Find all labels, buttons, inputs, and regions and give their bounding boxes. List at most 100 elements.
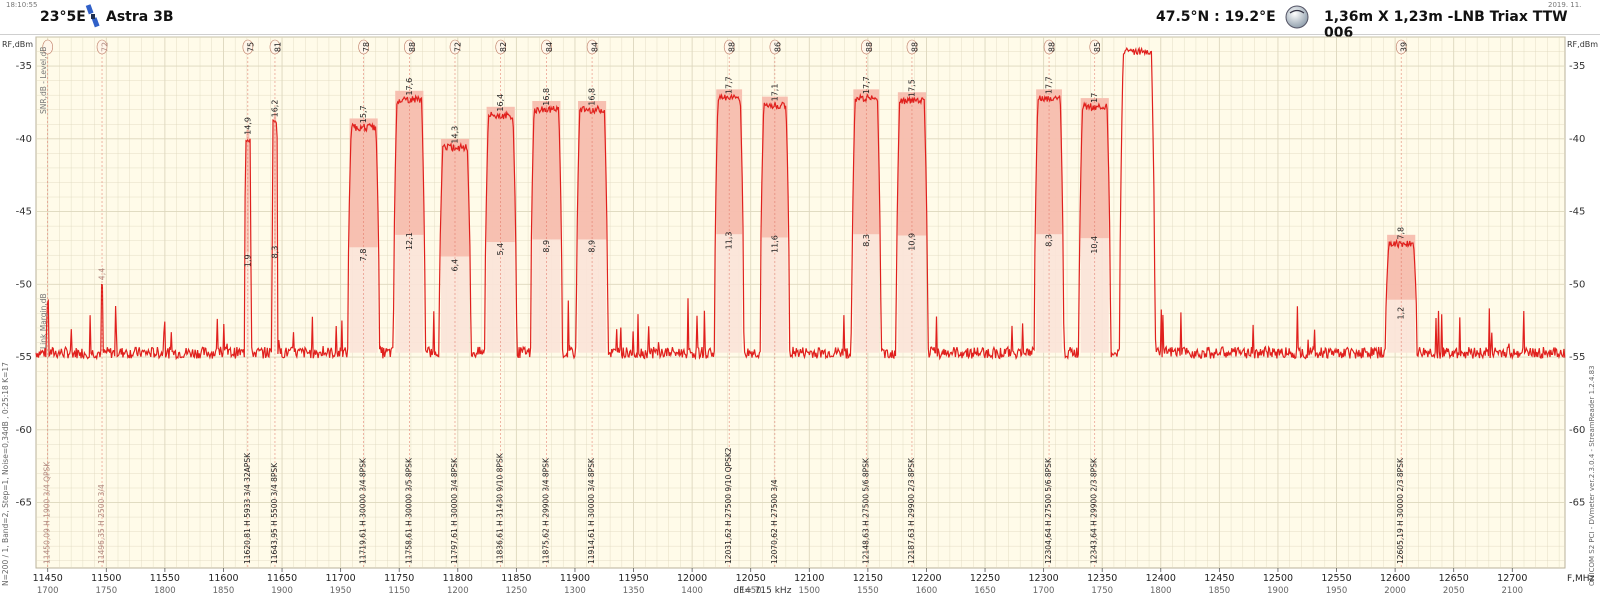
transponder-label: 11797,61 H 30000 3/4 8PSK (450, 457, 459, 564)
x-tick-label: 11750 (384, 573, 414, 584)
x-tick-label: 12350 (1087, 573, 1117, 584)
x-tick-label: 12050 (736, 573, 766, 584)
x-tick-label-if: 1350 (623, 586, 645, 596)
x-tick-label: 11950 (618, 573, 648, 584)
satellite-position: 23°5E (40, 9, 86, 25)
left-top-label: SNR,dB - Level,dB (39, 47, 48, 114)
snr-value: 15,7 (359, 105, 368, 123)
mer-value: 88 (728, 42, 737, 52)
snr-value: 14,9 (243, 117, 252, 135)
mer-value: 85 (1093, 42, 1102, 52)
y-tick-label-left: -50 (16, 279, 32, 290)
snr-value: 17,5 (907, 79, 916, 97)
x-tick-label-if: 1150 (388, 586, 410, 596)
snr-value: 7,8 (1397, 227, 1406, 240)
x-tick-label: 12600 (1380, 573, 1410, 584)
x-tick-label-if: 2000 (1384, 586, 1406, 596)
transponder-label: 11620,81 H 5933 3/4 32APSK (243, 452, 252, 564)
mer-value: 84 (591, 42, 600, 52)
mer-value: 72 (453, 42, 462, 52)
x-tick-label-if: 1500 (798, 586, 820, 596)
x-tick-label-if: 1950 (1326, 586, 1348, 596)
snr-value: 17,7 (725, 76, 734, 94)
y-tick-label-right: -65 (1569, 498, 1585, 509)
x-tick-label: 11600 (208, 573, 238, 584)
snr-value: 16,8 (588, 88, 597, 106)
transponder-label: 11836,61 H 31430 9/10 8PSK (496, 452, 505, 564)
x-tick-label-if: 1550 (857, 586, 879, 596)
transponder-label: 11496,35 H 2500 3/4 (97, 484, 106, 564)
margin-value: 8,9 (542, 240, 551, 253)
mer-value: 84 (545, 42, 554, 52)
x-tick-label-if: 2100 (1501, 586, 1523, 596)
margin-value: 8,3 (862, 234, 871, 247)
df-label: dF= 715 kHz (733, 586, 791, 596)
mer-value: 81 (273, 42, 282, 52)
x-tick-label: 12650 (1439, 573, 1469, 584)
transponder-label: 12070,62 H 27500 3/4 (770, 479, 779, 564)
x-tick-label-if: 1850 (213, 586, 235, 596)
snr-value: 16,8 (542, 88, 551, 106)
transponder-label: 12148,63 H 27500 5/6 8PSK (861, 457, 870, 564)
transponder-label: 12343,64 H 29900 2/3 8PSK (1090, 457, 1099, 564)
transponder-label: 12031,62 H 27500 9/10 QPSK2 (724, 447, 733, 564)
margin-value: 6,4 (450, 259, 459, 272)
transponder-label: 11914,61 H 30000 3/4 8PSK (587, 457, 596, 564)
x-tick-label: 11900 (560, 573, 590, 584)
x-tick-label-if: 1200 (447, 586, 469, 596)
left-bottom-label: N=200 / 1, Band=2, Step=1, Noise=0,34dB … (1, 362, 10, 586)
x-tick-label: 12250 (970, 573, 1000, 584)
y-tick-label-left: -55 (16, 352, 32, 363)
transponder-label: 11450,09 H 1900 3/4 QPSK (43, 461, 52, 564)
x-tick-label: 11550 (150, 573, 180, 584)
margin-value: 10,4 (1090, 236, 1099, 254)
margin-value: 12,1 (405, 232, 414, 250)
x-tick-label: 11800 (443, 573, 473, 584)
snr-value: 14,3 (450, 126, 459, 144)
y-axis-title-left: RF,dBm (2, 40, 33, 49)
x-tick-label-if: 1950 (330, 586, 352, 596)
margin-value: 5,4 (496, 243, 505, 256)
x-tick-label-if: 1900 (271, 586, 293, 596)
margin-value: 10,9 (907, 233, 916, 251)
x-tick-label: 12400 (1146, 573, 1176, 584)
x-tick-label: 11650 (267, 573, 297, 584)
mer-value: 88 (1048, 42, 1057, 52)
x-tick-label-if: 1250 (506, 586, 528, 596)
x-tick-label: 12150 (853, 573, 883, 584)
snr-value: 17,7 (1045, 76, 1054, 94)
x-tick-label-if: 1700 (37, 586, 59, 596)
x-tick-label-if: 1750 (1091, 586, 1113, 596)
y-tick-label-right: -50 (1569, 279, 1585, 290)
x-tick-label: 12550 (1321, 573, 1351, 584)
margin-value: 11,3 (725, 231, 734, 249)
transponder-label: 12304,64 H 27500 5/6 8PSK (1044, 457, 1053, 564)
x-tick-label: 12500 (1263, 573, 1293, 584)
mer-value: 75 (246, 42, 255, 52)
x-tick-label: 12450 (1204, 573, 1234, 584)
margin-value: 8,9 (588, 240, 597, 253)
y-tick-label-left: -65 (16, 498, 32, 509)
margin-value: 1,2 (1397, 307, 1406, 320)
y-tick-label-right: -60 (1569, 425, 1585, 436)
snr-value: 17,1 (770, 84, 779, 102)
x-tick-label-if: 2050 (1443, 586, 1465, 596)
x-tick-label-if: 1600 (916, 586, 938, 596)
margin-value: 8,3 (1045, 234, 1054, 247)
margin-value: 8,3 (270, 246, 279, 259)
y-axis-title-right: RF,dBm (1567, 40, 1598, 49)
x-tick-label-if: 1400 (681, 586, 703, 596)
spectrum-chart: 11450,09 H 1900 3/4 QPSK 72 4,4 11496,35 H … (1, 36, 1598, 596)
x-tick-label-if: 1750 (95, 586, 117, 596)
date-stamp: 2019. 11. (1548, 1, 1582, 9)
right-vertical-label: OMICOM S2 PCI - DVmeter ver.2.3.0.4 - St… (1588, 365, 1596, 586)
snr-value: 17,6 (405, 78, 414, 96)
transponder-label: 12187,63 H 29900 2/3 8PSK (907, 457, 916, 564)
transponder-label: 11758,61 H 30000 3/5 8PSK (404, 457, 413, 564)
x-tick-label-if: 1900 (1267, 586, 1289, 596)
x-tick-label: 12700 (1497, 573, 1527, 584)
x-tick-label: 12000 (677, 573, 707, 584)
x-tick-label: 11450 (33, 573, 63, 584)
x-tick-label-if: 1300 (564, 586, 586, 596)
coordinates: 47.5°N : 19.2°E (1156, 9, 1276, 25)
